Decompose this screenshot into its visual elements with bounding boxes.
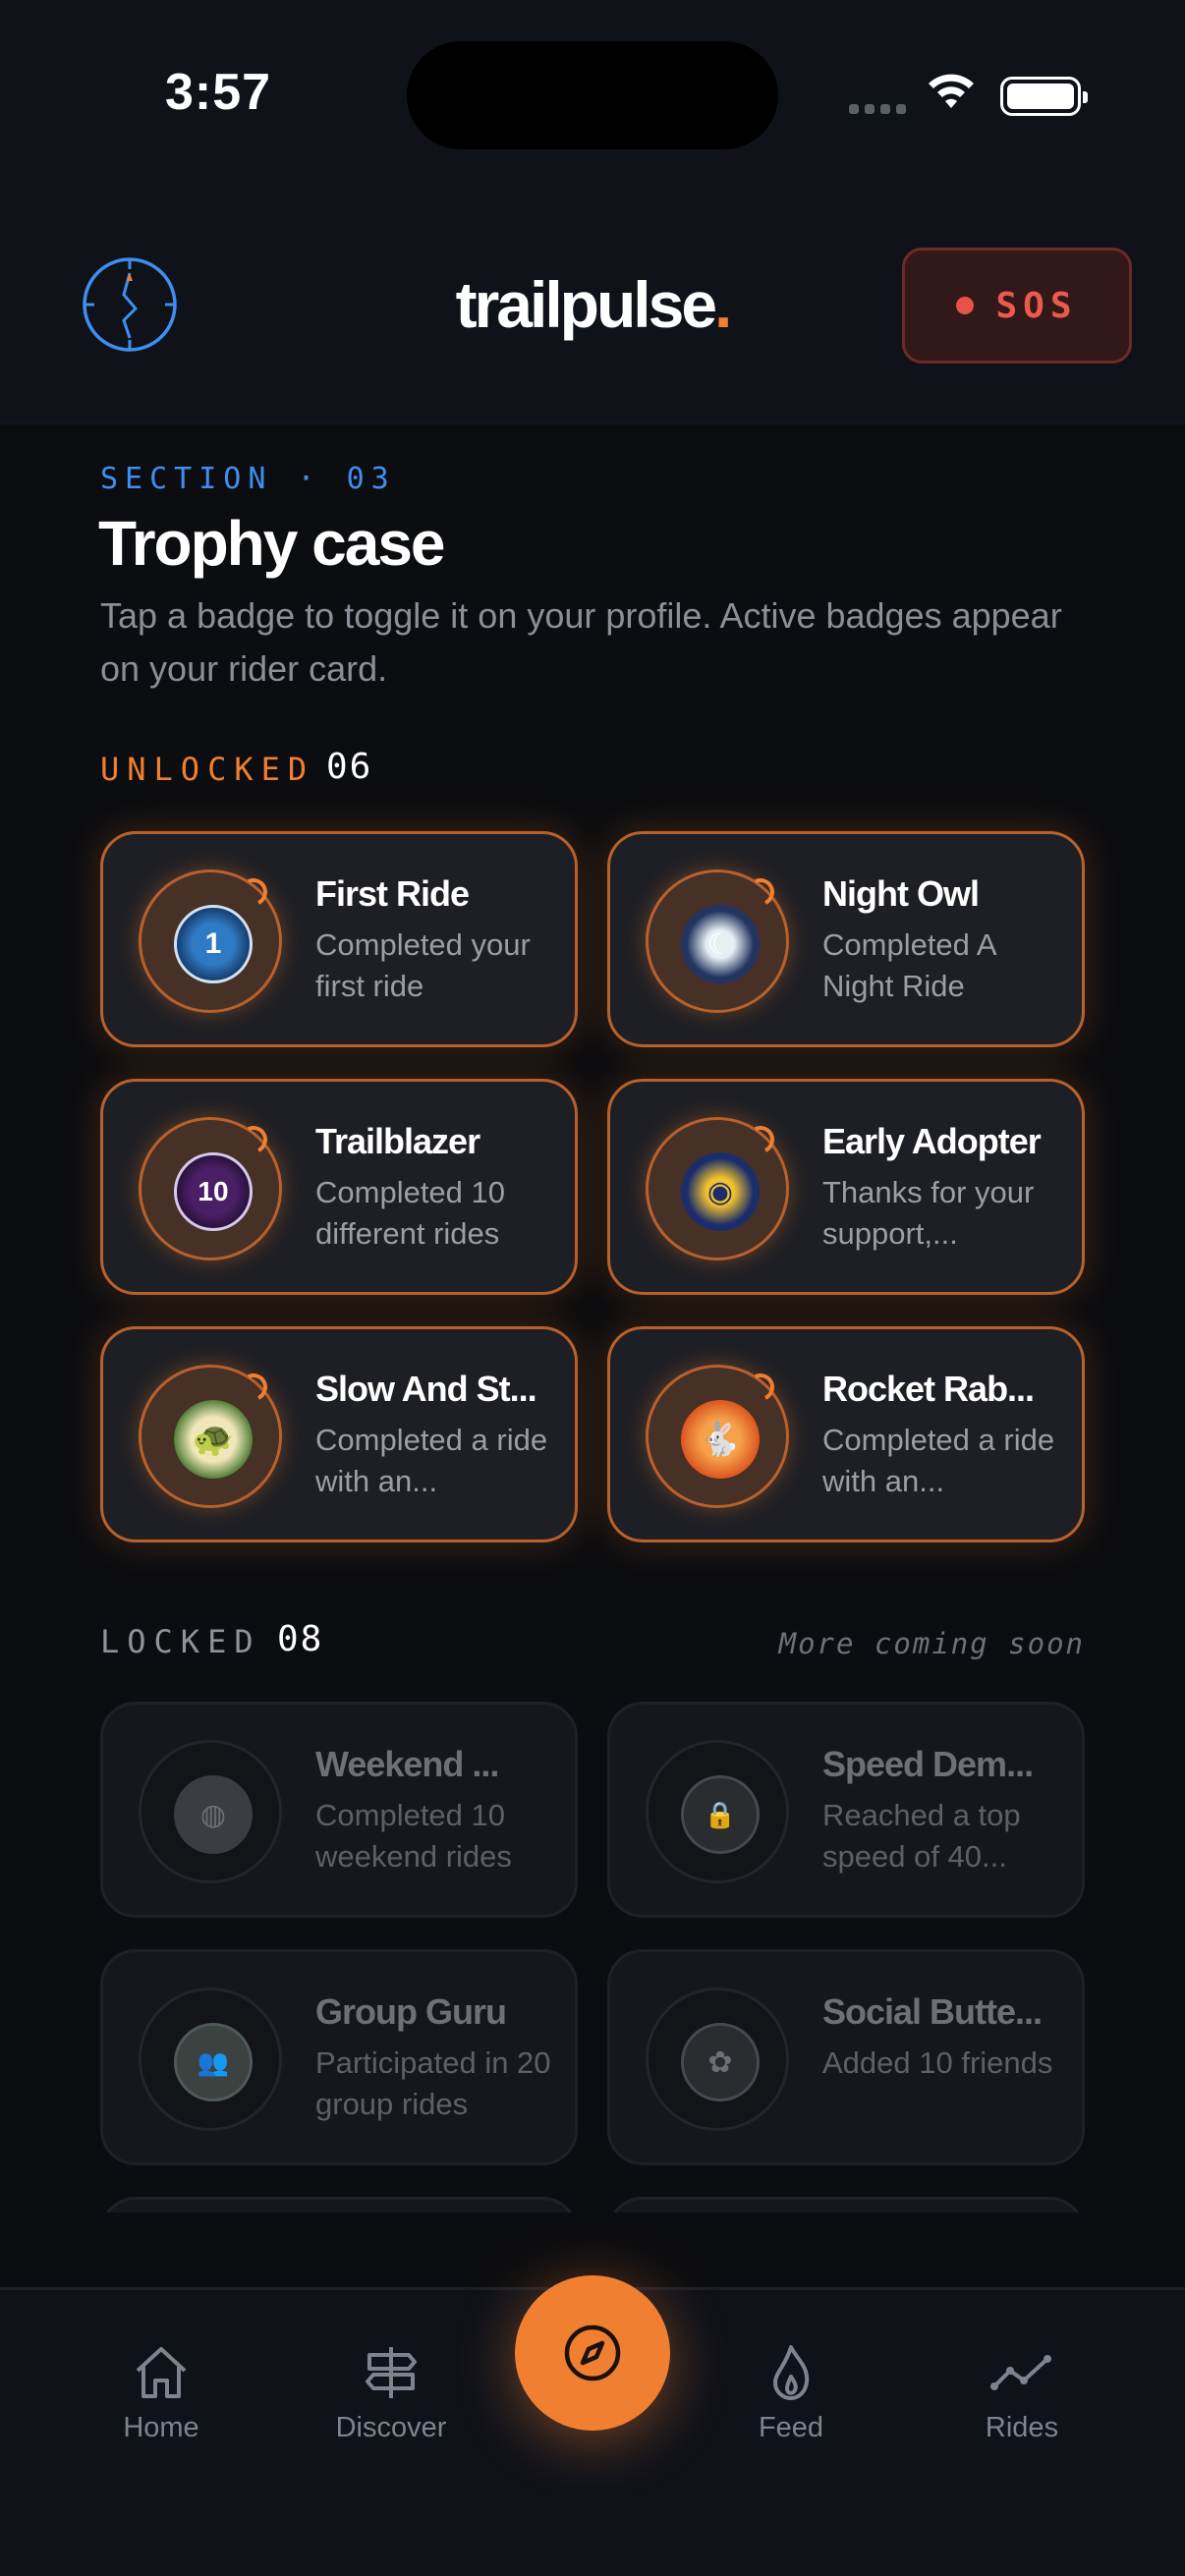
tab-discover[interactable]: Discover <box>293 2341 489 2444</box>
badge-title: Night Owl <box>822 873 980 914</box>
dynamic-island <box>407 41 778 149</box>
badge-title: First Ride <box>315 873 470 914</box>
helmet-icon: ◉ <box>681 1152 760 1231</box>
home-icon <box>136 2347 187 2398</box>
compass-icon <box>564 2324 621 2381</box>
badge-card-night-owl[interactable]: ☾ Night Owl Completed A Night Ride <box>607 831 1085 1047</box>
number-one-medal-icon: 1 <box>174 905 253 983</box>
status-time: 3:57 <box>165 64 272 121</box>
badge-card-weekend[interactable]: ◍ Weekend ... Completed 10 weekend rides <box>100 1702 578 1918</box>
flame-icon <box>773 2345 810 2400</box>
page-title: Trophy case <box>98 508 445 579</box>
badge-card-group-guru[interactable]: 👥 Group Guru Participated in 20 group ri… <box>100 1949 578 2165</box>
locked-speed-icon: 🔒 <box>681 1775 760 1854</box>
badge-title: Trailblazer <box>315 1121 480 1161</box>
badge-desc: Reached a top speed of 40... <box>822 1798 1021 1874</box>
cellular-signal-icon <box>849 104 906 114</box>
signpost-icon <box>366 2347 417 2398</box>
rocket-rabbit-icon: 🐇 <box>681 1400 760 1479</box>
locked-count: 08 <box>277 1619 324 1659</box>
badge-desc: Completed a ride with an... <box>822 1423 1055 1498</box>
sos-label: SOS <box>995 285 1078 326</box>
butterfly-icon: ✿ <box>681 2023 760 2101</box>
sos-indicator-dot <box>956 297 975 314</box>
turtle-icon: 🐢 <box>174 1400 253 1479</box>
weekend-rider-icon: ◍ <box>174 1775 253 1854</box>
badge-card-rocket-rabbit[interactable]: 🐇 Rocket Rab... Completed a ride with an… <box>607 1326 1085 1542</box>
badge-card-early-adopter[interactable]: ◉ Early Adopter Thanks for your support,… <box>607 1079 1085 1295</box>
badge-desc: Completed your first ride <box>315 927 531 1003</box>
badge-desc: Completed 10 different rides <box>315 1175 506 1251</box>
badge-card-partial[interactable] <box>100 2197 578 2212</box>
badge-card-social-butterfly[interactable]: ✿ Social Butte... Added 10 friends <box>607 1949 1085 2165</box>
badge-desc: Thanks for your support,... <box>822 1175 1035 1251</box>
more-coming-soon-note: More coming soon <box>778 1627 1085 1660</box>
badge-desc: Completed 10 weekend rides <box>315 1798 512 1874</box>
compass-fab-button[interactable] <box>515 2275 670 2431</box>
badge-card-first-ride[interactable]: 1 First Ride Completed your first ride <box>100 831 578 1047</box>
badge-card-speed-demon[interactable]: 🔒 Speed Dem... Reached a top speed of 40… <box>607 1702 1085 1918</box>
badge-desc: Added 10 friends <box>822 2045 1053 2080</box>
number-ten-medal-icon: 10 <box>174 1152 253 1231</box>
tab-rides[interactable]: Rides <box>924 2341 1120 2444</box>
badge-desc: Completed a ride with an... <box>315 1423 548 1498</box>
locked-label: LOCKED <box>100 1623 261 1660</box>
badge-desc: Participated in 20 group rides <box>315 2045 551 2121</box>
page-subtitle: Tap a badge to toggle it on your profile… <box>100 595 1062 689</box>
battery-icon <box>1000 77 1088 116</box>
badge-card-partial[interactable] <box>607 2197 1085 2212</box>
trophy-case-content[interactable]: SECTION · 03 Trophy case Tap a badge to … <box>0 424 1185 2212</box>
badge-title: Speed Dem... <box>822 1744 1034 1784</box>
badge-title: Slow And St... <box>315 1369 537 1409</box>
badge-title: Early Adopter <box>822 1121 1042 1161</box>
tab-home[interactable]: Home <box>63 2341 259 2444</box>
badge-title: Rocket Rab... <box>822 1369 1035 1409</box>
unlocked-count: 06 <box>326 747 373 787</box>
badge-desc: Completed A Night Ride <box>822 927 995 1003</box>
badge-card-slow-and-steady[interactable]: 🐢 Slow And St... Completed a ride with a… <box>100 1326 578 1542</box>
moon-rider-icon: ☾ <box>681 905 760 983</box>
section-eyebrow: SECTION · 03 <box>100 462 396 496</box>
status-bar: 3:57 <box>0 0 1185 196</box>
tab-feed[interactable]: Feed <box>693 2341 889 2444</box>
sos-button[interactable]: SOS <box>902 248 1132 364</box>
badge-title: Weekend ... <box>315 1744 499 1784</box>
app-header: trailpulse. SOS <box>0 196 1185 424</box>
chart-line-icon <box>990 2355 1051 2390</box>
badge-title: Group Guru <box>315 1991 507 2032</box>
group-icon: 👥 <box>174 2023 253 2101</box>
badge-card-trailblazer[interactable]: 10 Trailblazer Completed 10 different ri… <box>100 1079 578 1295</box>
unlocked-label: UNLOCKED <box>100 751 315 788</box>
badge-title: Social Butte... <box>822 1991 1043 2032</box>
wifi-icon <box>929 74 974 108</box>
